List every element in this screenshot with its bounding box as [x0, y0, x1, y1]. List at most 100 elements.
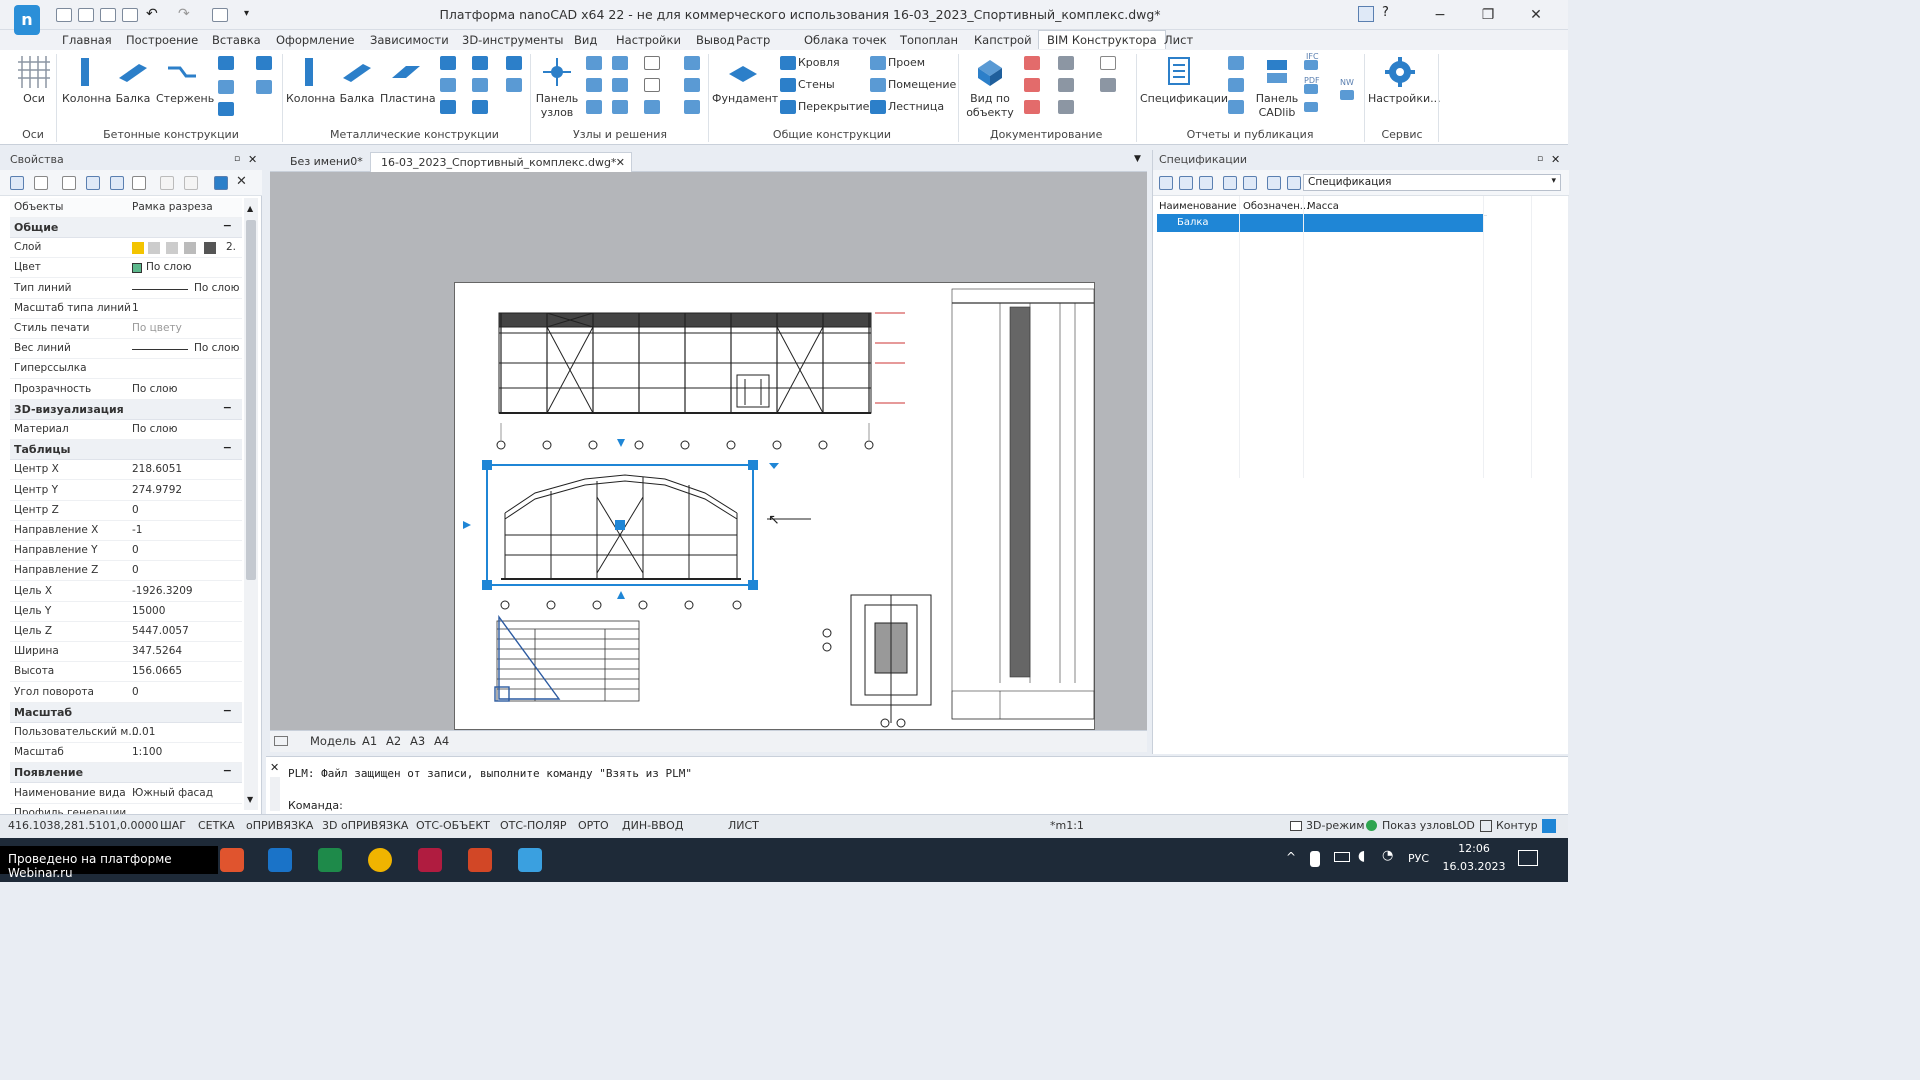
metal-tool-2-icon[interactable]	[472, 56, 488, 70]
status-toggle-5[interactable]: ОТС-ПОЛЯР	[500, 819, 567, 832]
status-toggle-1[interactable]: СЕТКА	[198, 819, 235, 832]
spec-type-select[interactable]: Спецификация ▾	[1303, 174, 1561, 191]
command-input[interactable]	[346, 797, 1556, 813]
status-settings-icon[interactable]	[1542, 819, 1556, 833]
menu-tab-11[interactable]: Топоплан	[892, 32, 966, 48]
node-tool-1-icon[interactable]	[586, 56, 602, 70]
axes-button[interactable]: Оси	[16, 54, 52, 105]
restore-button[interactable]: ❐	[1474, 4, 1502, 26]
property-category[interactable]: Общие −	[10, 218, 242, 238]
concrete-tool-4-icon[interactable]	[256, 80, 272, 94]
minimize-button[interactable]: −	[1426, 4, 1454, 26]
close-spec-icon[interactable]: ✕	[1551, 153, 1560, 166]
property-row[interactable]: Масштаб типа линий 1	[10, 299, 242, 319]
concrete-tool-1-icon[interactable]	[218, 56, 234, 70]
save-as-icon[interactable]	[122, 8, 138, 22]
nanocad-taskbar-icon[interactable]	[518, 848, 542, 872]
volume-icon[interactable]: ◖	[1358, 848, 1365, 864]
spec-tool-insert-icon[interactable]	[1267, 176, 1281, 190]
spec-row-selected[interactable]: Балка	[1157, 214, 1484, 232]
menu-tab-12[interactable]: Капстрой	[966, 32, 1040, 48]
doc-tool-7-icon[interactable]	[1024, 100, 1040, 114]
metal-tool-1-icon[interactable]	[440, 56, 456, 70]
foundation-button[interactable]: Фундамент	[712, 54, 778, 105]
menu-tab-5[interactable]: 3D-инструменты	[454, 32, 572, 48]
opening-button[interactable]: Проем	[888, 56, 925, 69]
open-file-icon[interactable]	[78, 8, 94, 22]
pdf-export-icon[interactable]	[1304, 84, 1318, 94]
app-logo-icon[interactable]: n	[14, 5, 40, 35]
ifc-export-icon[interactable]	[1304, 60, 1318, 70]
roof-button[interactable]: Кровля	[798, 56, 840, 69]
properties-scroll-thumb[interactable]	[246, 220, 256, 580]
spec-pin-icon[interactable]: ▫	[1537, 154, 1543, 164]
doc-tool-1-icon[interactable]	[1024, 56, 1040, 70]
collapse-icon[interactable]: −	[223, 219, 232, 232]
menu-tab-4[interactable]: Зависимости	[362, 32, 457, 48]
property-row[interactable]: Масштаб 1:100	[10, 743, 242, 764]
concrete-beam-button[interactable]: Балка	[114, 54, 152, 105]
property-row[interactable]: Высота 156.0665	[10, 662, 242, 683]
property-row[interactable]: Центр Y 274.9792	[10, 481, 242, 501]
plate-button[interactable]: Пластина	[380, 54, 436, 105]
report-tool-1-icon[interactable]	[1228, 56, 1244, 70]
report-tool-3-icon[interactable]	[1228, 100, 1244, 114]
notifications-icon[interactable]	[1518, 850, 1538, 866]
command-panel-grip[interactable]	[270, 777, 280, 811]
annotation-scale[interactable]: *m1:1	[1050, 819, 1084, 832]
property-category[interactable]: Масштаб −	[10, 702, 242, 723]
node-tool-10-icon[interactable]	[612, 100, 628, 114]
menu-tab-0[interactable]: Главная	[54, 32, 120, 48]
status-toggle-4[interactable]: ОТС-ОБЪЕКТ	[416, 819, 490, 832]
quick-select-icon[interactable]	[86, 176, 100, 190]
layouts-menu-icon[interactable]	[274, 736, 288, 746]
save-icon[interactable]	[100, 8, 116, 22]
property-row[interactable]: Слой 2.	[10, 238, 242, 259]
doc-tool-4-icon[interactable]	[1024, 78, 1040, 92]
property-row[interactable]: Направление Z 0	[10, 561, 242, 582]
collapse-icon[interactable]: −	[223, 441, 232, 454]
undo-icon[interactable]: ↶	[146, 6, 158, 22]
metal-tool-8-icon[interactable]	[472, 100, 488, 114]
contour-button[interactable]: Контур	[1480, 819, 1538, 832]
property-row[interactable]: Центр X 218.6051	[10, 460, 242, 481]
close-command-icon[interactable]: ✕	[270, 761, 279, 774]
property-row[interactable]: Гиперссылка	[10, 359, 242, 380]
powerpoint-icon[interactable]	[468, 848, 492, 872]
close-button[interactable]: ✕	[1522, 4, 1550, 26]
menu-tab-13[interactable]: BIM Конструктора	[1038, 30, 1166, 49]
node-tool-5-icon[interactable]	[586, 78, 602, 92]
cadlib-panel-button[interactable]: Панель CADlib	[1254, 54, 1300, 120]
metal-column-button[interactable]: Колонна	[286, 54, 335, 105]
tabs-dropdown-icon[interactable]: ▼	[1134, 154, 1141, 164]
metal-tool-7-icon[interactable]	[440, 100, 456, 114]
layout-tab-model[interactable]: Модель	[310, 734, 356, 748]
sheet-button[interactable]: ЛИСТ	[728, 819, 759, 832]
spec-tool-columns-icon[interactable]	[1287, 176, 1301, 190]
property-category[interactable]: Таблицы −	[10, 440, 242, 461]
help-icon[interactable]: ?	[1382, 5, 1389, 20]
property-row[interactable]: Пользовательский м... 0.01	[10, 723, 242, 743]
metal-tool-6-icon[interactable]	[506, 78, 522, 92]
chrome-icon[interactable]	[368, 848, 392, 872]
metal-tool-4-icon[interactable]	[440, 78, 456, 92]
concrete-tool-5-icon[interactable]	[218, 102, 234, 116]
property-row[interactable]: Вес линий По слою	[10, 339, 242, 360]
property-category[interactable]: 3D-визуализация −	[10, 399, 242, 420]
workspace-icon[interactable]	[1358, 6, 1374, 22]
node-tool-9-icon[interactable]	[586, 100, 602, 114]
concrete-tool-2-icon[interactable]	[256, 56, 272, 70]
pick-icon[interactable]	[34, 176, 48, 190]
property-row[interactable]: Прозрачность По слою	[10, 380, 242, 400]
selection-frame[interactable]	[463, 439, 779, 599]
language-indicator[interactable]: РУС	[1408, 852, 1429, 865]
metal-tool-3-icon[interactable]	[506, 56, 522, 70]
spec-col-designation[interactable]: Обозначен...	[1243, 201, 1309, 212]
excel-icon[interactable]	[318, 848, 342, 872]
deselect-icon[interactable]: ✕	[236, 174, 247, 189]
node-tool-3-icon[interactable]	[644, 56, 660, 70]
layout-tab-a4[interactable]: A4	[434, 734, 449, 748]
objects-row[interactable]: Объекты Рамка разреза	[10, 198, 242, 218]
layout-tab-a2[interactable]: A2	[386, 734, 401, 748]
clock-time[interactable]: 12:06	[1444, 842, 1504, 855]
